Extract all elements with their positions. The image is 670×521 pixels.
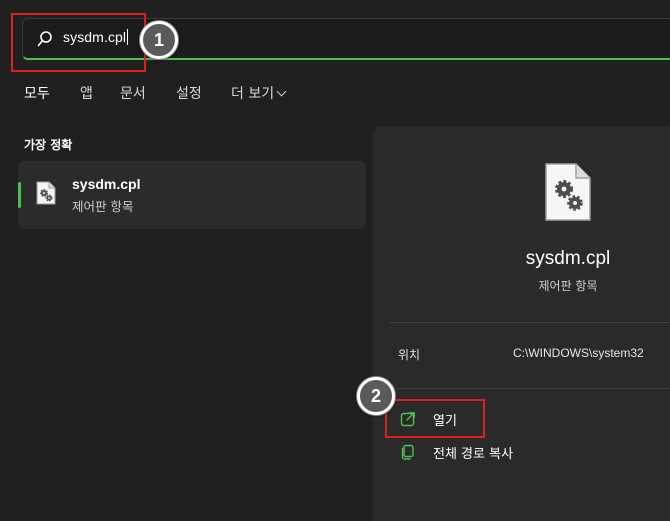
windows-search-window: sysdm.cpl 모두 앱 문서 설정 더 보기 가장 정확 sysdm.cp…	[0, 0, 670, 521]
tab-all[interactable]: 모두	[24, 83, 50, 103]
tab-more-label: 더 보기	[231, 86, 275, 102]
chevron-down-icon	[276, 86, 287, 97]
tab-more[interactable]: 더 보기	[231, 83, 287, 103]
search-input[interactable]: sysdm.cpl	[63, 29, 129, 45]
selection-indicator	[18, 182, 21, 208]
control-panel-file-large-icon	[545, 163, 591, 221]
result-subtitle: 제어판 항목	[72, 199, 134, 214]
best-match-heading: 가장 정확	[24, 138, 73, 152]
divider	[390, 322, 670, 323]
preview-subtitle: 제어판 항목	[538, 279, 598, 293]
copy-full-path-label: 전체 경로 복사	[433, 446, 514, 462]
divider	[390, 388, 670, 389]
location-label: 위치	[398, 348, 421, 362]
search-query: sysdm.cpl	[63, 29, 127, 45]
control-panel-file-icon	[36, 181, 56, 205]
location-value: C:\WINDOWS\system32	[513, 346, 644, 360]
copy-full-path-action[interactable]: 전체 경로 복사	[400, 441, 513, 463]
copy-path-icon	[401, 444, 414, 460]
step-marker-1: 1	[140, 21, 178, 59]
text-caret	[127, 29, 129, 45]
open-action[interactable]: 열기	[400, 408, 457, 430]
tab-settings[interactable]: 설정	[176, 83, 202, 103]
search-icon	[37, 31, 52, 47]
step-marker-2: 2	[357, 377, 395, 415]
open-action-label: 열기	[433, 413, 457, 429]
best-match-result[interactable]: sysdm.cpl 제어판 항목	[18, 161, 366, 229]
result-title: sysdm.cpl	[72, 176, 141, 192]
preview-title: sysdm.cpl	[525, 248, 611, 269]
open-external-icon	[400, 412, 415, 427]
tab-documents[interactable]: 문서	[120, 83, 146, 103]
tab-apps[interactable]: 앱	[80, 83, 93, 103]
